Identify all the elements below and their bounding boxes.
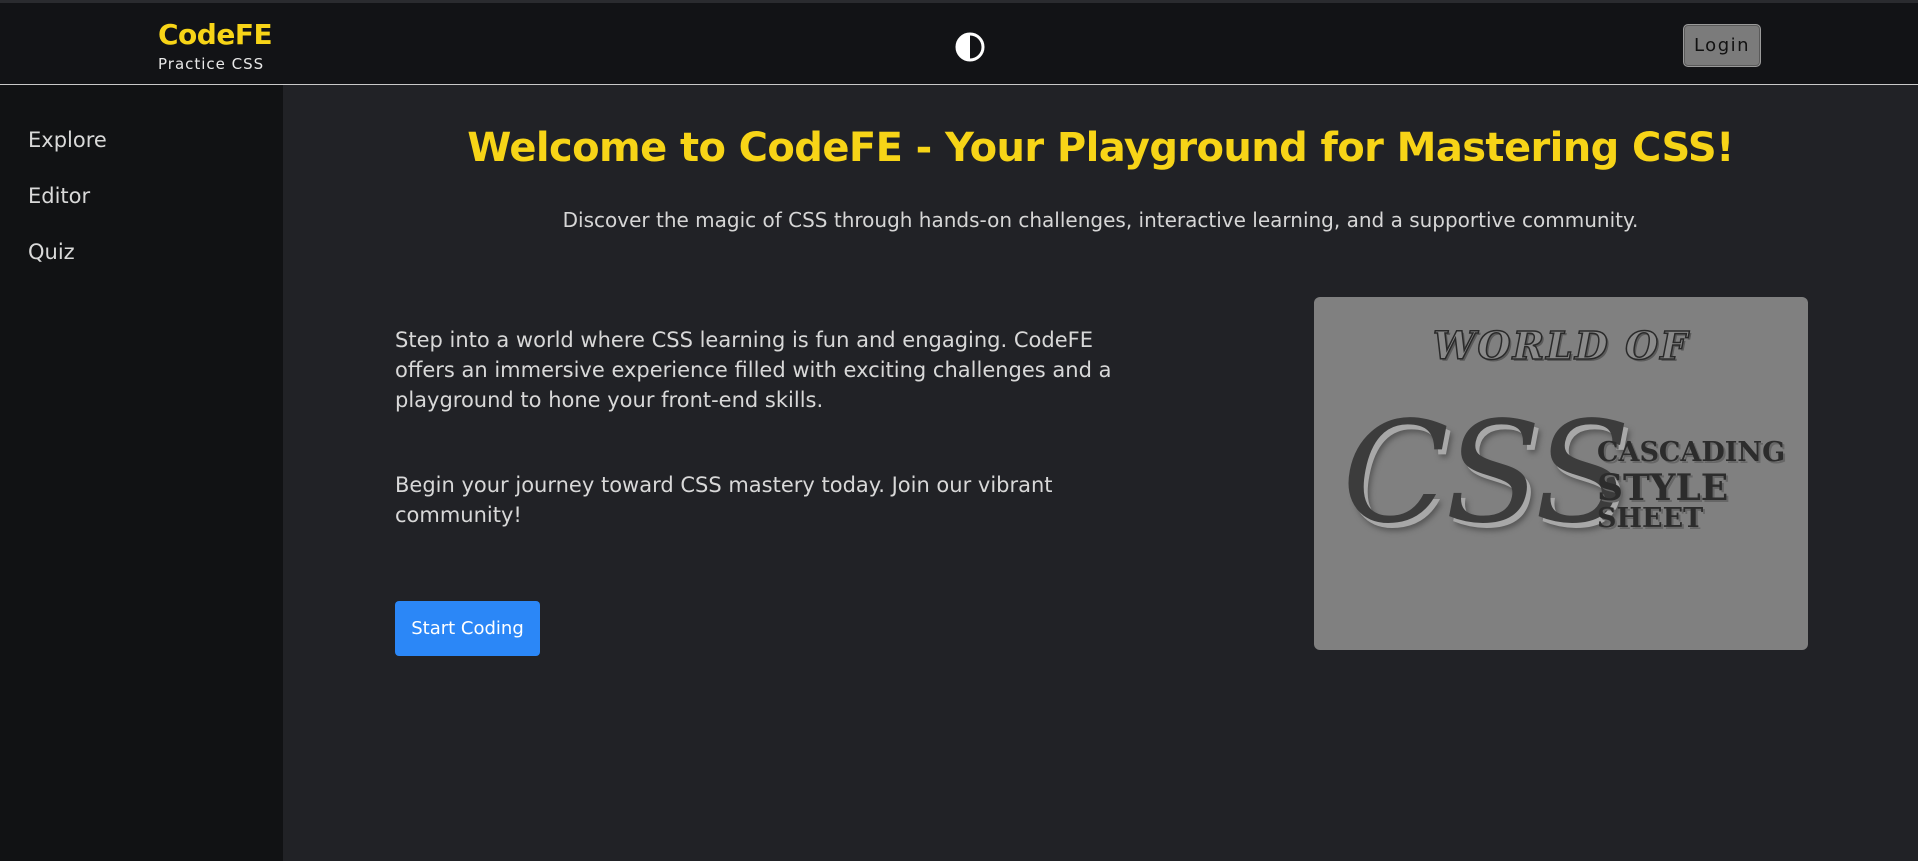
contrast-icon-svg	[955, 32, 985, 62]
intro-paragraph: Step into a world where CSS learning is …	[395, 328, 1112, 412]
hero-line-sheet: SHEET	[1597, 503, 1704, 534]
brand-name[interactable]: CodeFE	[158, 18, 273, 52]
page-subtitle: Discover the magic of CSS through hands-…	[562, 208, 1639, 232]
start-coding-button[interactable]: Start Coding	[395, 601, 540, 656]
brand-subtitle: Practice CSS	[158, 55, 265, 73]
sidebar-item-explore[interactable]: Explore	[28, 128, 107, 152]
main-content: Welcome to CodeFE - Your Playground for …	[283, 85, 1918, 861]
page-title: Welcome to CodeFE - Your Playground for …	[467, 125, 1734, 171]
top-navbar: CodeFE Practice CSS Login	[0, 0, 1918, 85]
sidebar: Explore Editor Quiz	[0, 85, 283, 861]
hero-image: WORLD OF CSS CASCADING STYLE SHEET	[1314, 297, 1808, 650]
hero-css-text: CSS	[1342, 392, 1630, 555]
sidebar-item-quiz[interactable]: Quiz	[28, 240, 75, 264]
brand[interactable]: CodeFE Practice CSS	[158, 18, 273, 74]
hero-top-text: WORLD OF	[1432, 322, 1690, 369]
hero-line-cascading: CASCADING	[1597, 437, 1786, 468]
contrast-icon[interactable]	[954, 31, 986, 63]
cta-paragraph: Begin your journey toward CSS mastery to…	[395, 473, 1053, 527]
sidebar-item-editor[interactable]: Editor	[28, 184, 90, 208]
login-button[interactable]: Login	[1683, 24, 1761, 67]
